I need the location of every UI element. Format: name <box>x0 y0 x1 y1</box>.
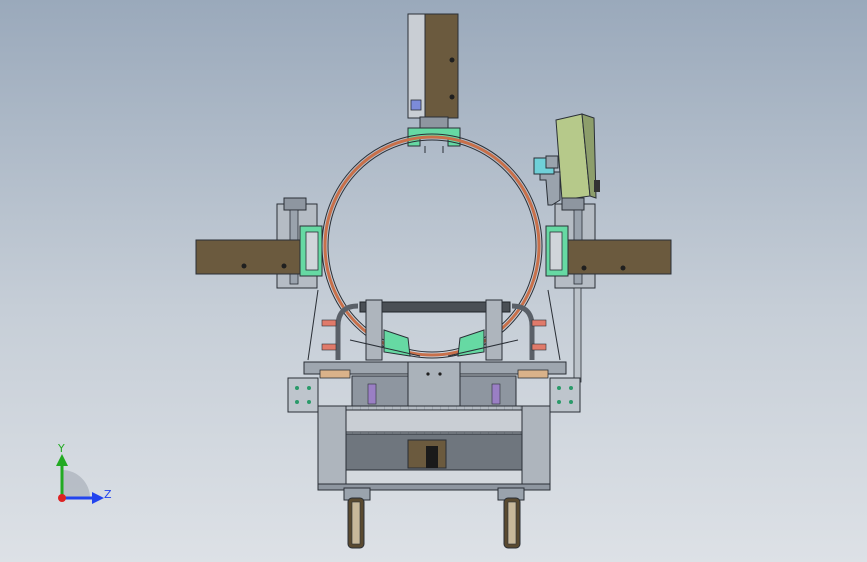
pipe-ring <box>321 133 543 359</box>
y-axis-label: Y <box>57 442 65 455</box>
coordinate-triad: Y Z <box>56 442 112 504</box>
left-side-arm <box>195 197 323 289</box>
cad-viewport[interactable]: Y Z <box>0 0 867 562</box>
side-clamps <box>307 289 561 361</box>
z-axis-label: Z <box>104 488 112 501</box>
origin-marker <box>58 494 66 502</box>
top-motor-block <box>407 13 461 153</box>
right-wheel <box>497 487 525 549</box>
hmi-panel <box>533 113 600 206</box>
left-wheel <box>343 487 371 549</box>
right-side-arm <box>545 197 672 383</box>
base-frame <box>287 361 581 491</box>
support-bar <box>335 299 535 361</box>
machine-assembly-drawing: Y Z <box>56 13 672 549</box>
